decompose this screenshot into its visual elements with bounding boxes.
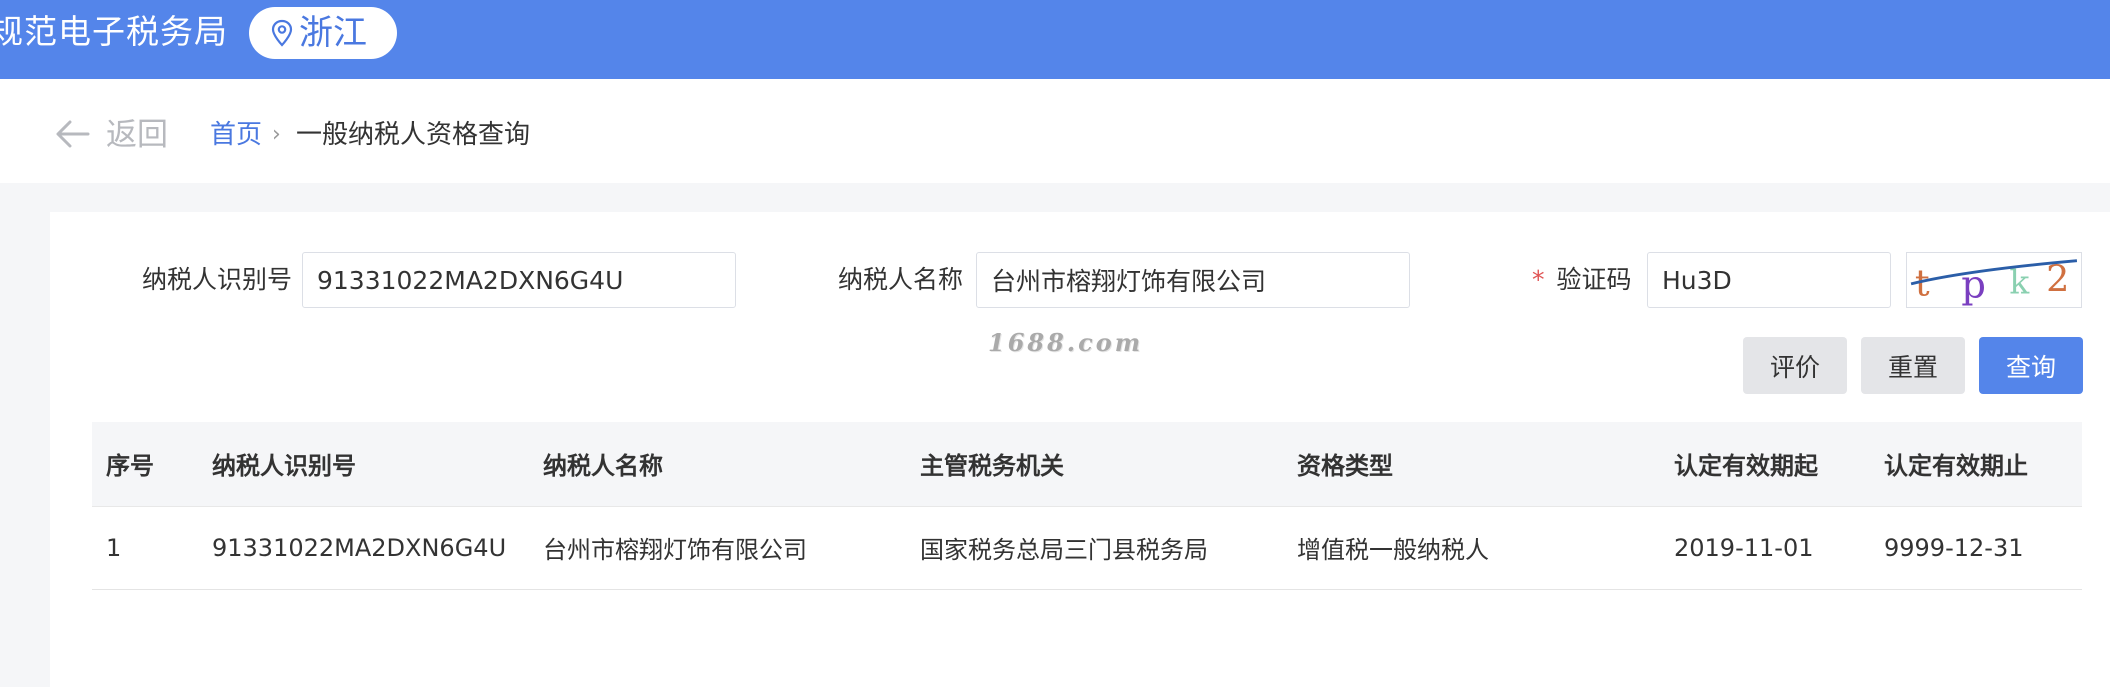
- taxpayer-id-label: 纳税人识别号: [142, 265, 293, 294]
- captcha-label-group: * 验证码: [1532, 262, 1632, 298]
- site-title: 规范电子税务局: [0, 12, 228, 51]
- cell-valid-from: 2019-11-01: [1660, 506, 1870, 590]
- captcha-input[interactable]: [1647, 252, 1891, 308]
- evaluate-button[interactable]: 评价: [1743, 337, 1847, 394]
- arrow-left-icon: [56, 120, 90, 148]
- taxpayer-name-label: 纳税人名称: [838, 265, 964, 294]
- table-row: 1 91331022MA2DXN6G4U 台州市榕翔灯饰有限公司 国家税务总局三…: [92, 506, 2082, 590]
- query-button[interactable]: 查询: [1979, 337, 2083, 394]
- column-header-valid-from: 认定有效期起: [1660, 422, 1870, 507]
- breadcrumb-separator: ›: [272, 122, 281, 147]
- column-header-tax-authority: 主管税务机关: [906, 422, 1283, 507]
- back-label: 返回: [106, 117, 168, 153]
- column-header-qualification-type: 资格类型: [1283, 422, 1660, 507]
- cell-taxpayer-name: 台州市榕翔灯饰有限公司: [529, 506, 906, 590]
- required-mark: *: [1532, 265, 1545, 294]
- captcha-char-2: p: [1961, 262, 1986, 307]
- cell-valid-to: 9999-12-31: [1870, 506, 2082, 590]
- cell-qualification-type: 增值税一般纳税人: [1283, 506, 1660, 590]
- column-header-valid-to: 认定有效期止: [1870, 422, 2082, 507]
- location-pin-icon: [271, 19, 293, 47]
- nav-bar: 返回 首页 › 一般纳税人资格查询: [0, 79, 2110, 183]
- breadcrumb-home-link[interactable]: 首页: [210, 117, 262, 153]
- taxpayer-id-input[interactable]: [302, 252, 736, 308]
- column-header-taxpayer-name: 纳税人名称: [529, 422, 906, 507]
- table-header-row: 序号 纳税人识别号 纳税人名称 主管税务机关 资格类型 认定有效期起 认定有效期…: [92, 422, 2082, 507]
- captcha-char-3: k: [2009, 264, 2030, 302]
- captcha-image[interactable]: t p k 2: [1906, 252, 2082, 308]
- cell-taxpayer-id: 91331022MA2DXN6G4U: [198, 506, 529, 590]
- cell-index: 1: [92, 506, 198, 590]
- query-panel: 纳税人识别号 纳税人名称 * 验证码 t p k 2 1688.com 评价 重置…: [50, 212, 2110, 687]
- reset-button[interactable]: 重置: [1861, 337, 1965, 394]
- watermark: 1688.com: [988, 328, 1144, 357]
- region-selector[interactable]: 浙江: [249, 7, 397, 59]
- top-header: 规范电子税务局 浙江: [0, 0, 2110, 79]
- region-label: 浙江: [299, 13, 367, 53]
- column-header-taxpayer-id: 纳税人识别号: [198, 422, 529, 507]
- captcha-label: 验证码: [1556, 265, 1632, 294]
- result-table: 序号 纳税人识别号 纳税人名称 主管税务机关 资格类型 认定有效期起 认定有效期…: [92, 422, 2082, 590]
- taxpayer-name-input[interactable]: [976, 252, 1410, 308]
- cell-tax-authority: 国家税务总局三门县税务局: [906, 506, 1283, 590]
- breadcrumb-current: 一般纳税人资格查询: [296, 120, 531, 150]
- column-header-index: 序号: [92, 422, 198, 507]
